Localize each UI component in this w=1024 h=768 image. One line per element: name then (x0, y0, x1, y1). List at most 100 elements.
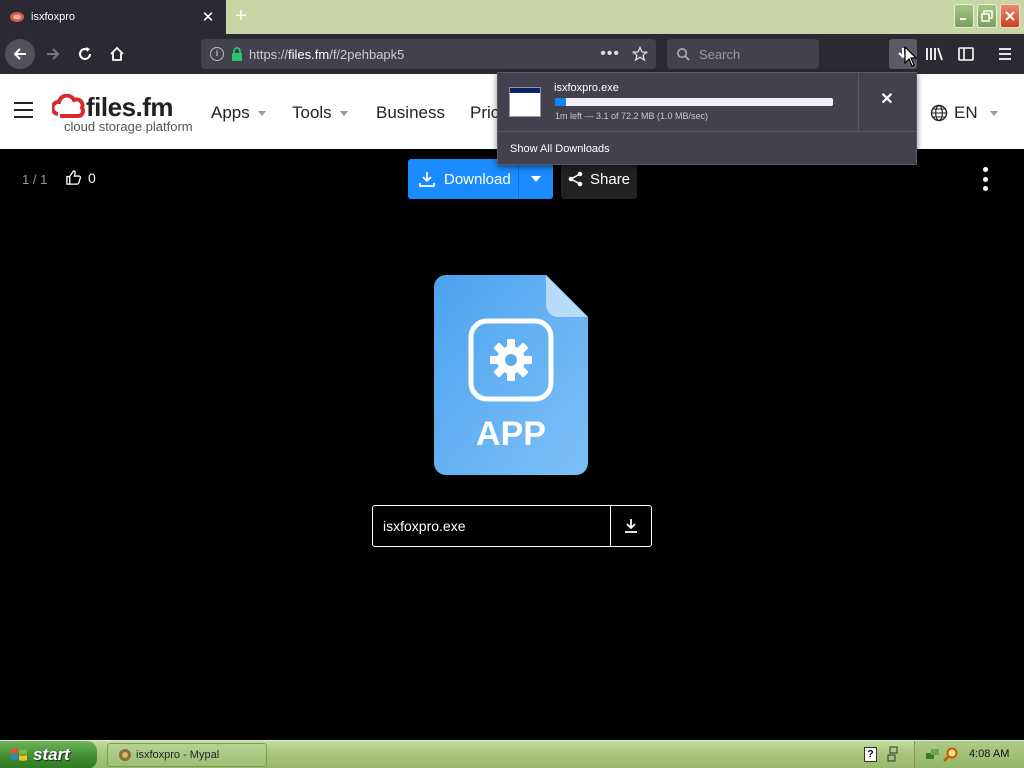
arrow-right-icon (47, 48, 60, 60)
caret-down-icon (531, 176, 541, 182)
tab-active[interactable]: isxfoxpro ✕ (0, 0, 226, 34)
search-icon (677, 47, 690, 61)
reload-icon (79, 47, 91, 60)
library-button[interactable] (920, 39, 948, 69)
panel-separator (498, 131, 916, 132)
system-tray: 4:08 AM (914, 741, 1024, 768)
download-filename[interactable]: isxfoxpro.exe (554, 82, 619, 94)
tab-strip: isxfoxpro ✕ + (0, 0, 1024, 34)
url-prefix: https:// (249, 46, 289, 62)
info-icon[interactable]: i (210, 47, 224, 61)
mouse-cursor-icon (904, 46, 918, 67)
minimize-icon (960, 18, 966, 20)
search-input[interactable] (699, 46, 809, 62)
app-menu-button[interactable] (991, 39, 1019, 69)
share-button-label: Share (590, 170, 631, 188)
close-icon (1005, 11, 1015, 21)
restore-small-icon[interactable] (887, 746, 899, 762)
tab-title: isxfoxpro (31, 11, 76, 23)
exe-file-icon (509, 87, 541, 117)
help-icon[interactable]: ? (864, 747, 877, 762)
menu-pricing-label: Pric (470, 103, 500, 122)
close-tab-icon[interactable]: ✕ (198, 8, 218, 26)
page-actions-icon[interactable]: ••• (600, 45, 620, 63)
language-label: EN (954, 103, 978, 122)
app-icon-label: APP (476, 415, 546, 453)
chevron-down-icon (257, 111, 266, 117)
restore-icon (981, 10, 993, 22)
app-file-icon: APP (434, 275, 588, 475)
file-counter: 1 / 1 (22, 172, 48, 187)
menu-tools-label: Tools (292, 103, 332, 122)
browser-favicon-icon (10, 12, 24, 22)
logo-tagline: cloud storage platform (64, 119, 193, 134)
menu-business-label: Business (376, 103, 445, 122)
lock-icon[interactable] (231, 47, 243, 61)
minimize-button[interactable] (954, 4, 974, 28)
start-button[interactable]: start (0, 741, 97, 768)
search-tray-icon[interactable] (943, 747, 959, 763)
menu-apps-label: Apps (211, 103, 250, 122)
chevron-down-icon (989, 110, 998, 116)
reload-button[interactable] (70, 39, 100, 69)
download-progress-fill (555, 98, 567, 106)
download-icon (625, 519, 637, 533)
taskbar-item-mypal[interactable]: isxfoxpro - Mypal (107, 743, 267, 767)
like-button[interactable]: 0 (65, 169, 96, 186)
download-options-button[interactable] (518, 159, 553, 199)
taskbar-item-label: isxfoxpro - Mypal (136, 749, 220, 761)
downloads-panel: isxfoxpro.exe 1m left — 3.1 of 72.2 MB (… (497, 72, 917, 165)
menu-apps[interactable]: Apps (211, 103, 266, 123)
windows-logo-icon (11, 748, 27, 761)
clock: 4:08 AM (969, 748, 1010, 760)
filename-text: isxfoxpro.exe (383, 518, 466, 534)
mypal-app-icon (119, 749, 131, 761)
sidebar-toggle-button[interactable] (952, 39, 980, 69)
download-button[interactable]: Download (408, 159, 518, 199)
file-page: 1 / 1 0 Download Share APP isxfoxpro.exe (0, 149, 1024, 740)
taskbar: start isxfoxpro - Mypal ? 4:08 AM (0, 740, 1024, 768)
restore-button[interactable] (977, 4, 997, 28)
language-selector[interactable]: EN (930, 103, 998, 123)
url-path: /f/2pehbapk5 (329, 46, 405, 62)
thumbs-up-icon (66, 170, 82, 185)
forward-button[interactable] (38, 39, 68, 69)
url-domain: files.fm (288, 46, 330, 62)
network-icon[interactable] (925, 747, 941, 763)
url-text: https://files.fm/f/2pehbapk5 (249, 47, 600, 62)
url-bar[interactable]: i https://files.fm/f/2pehbapk5 ••• (201, 39, 656, 69)
download-icon (419, 172, 435, 187)
filename-box: isxfoxpro.exe (372, 505, 652, 547)
like-count: 0 (88, 169, 96, 186)
cloud-logo-icon (52, 94, 85, 118)
back-button[interactable] (5, 39, 35, 69)
bookmark-star-icon[interactable] (632, 46, 648, 62)
library-icon (926, 47, 943, 61)
new-tab-button[interactable]: + (230, 5, 252, 27)
home-button[interactable] (102, 39, 132, 69)
more-options-icon[interactable] (978, 167, 992, 191)
files-fm-logo[interactable]: files.fm cloud storage platform (52, 92, 193, 134)
search-bar[interactable] (667, 39, 819, 69)
menu-tools[interactable]: Tools (292, 103, 348, 123)
panel-divider (858, 73, 859, 131)
menu-pricing[interactable]: Pric (470, 103, 499, 123)
sidebar-icon (958, 47, 974, 61)
home-icon (110, 46, 124, 61)
arrow-left-icon (13, 48, 26, 60)
share-button[interactable]: Share (561, 159, 637, 199)
hamburger-menu-icon (999, 48, 1011, 60)
share-icon (568, 171, 583, 187)
nav-bar: i https://files.fm/f/2pehbapk5 ••• (0, 34, 1024, 74)
site-menu-button[interactable] (14, 102, 33, 118)
chevron-down-icon (339, 111, 348, 117)
close-window-button[interactable] (1000, 4, 1020, 28)
show-all-downloads-link[interactable]: Show All Downloads (510, 143, 610, 155)
menu-business[interactable]: Business (376, 103, 445, 123)
filename-download-button[interactable] (610, 506, 651, 546)
download-status: 1m left — 3.1 of 72.2 MB (1.0 MB/sec) (555, 111, 709, 121)
download-button-label: Download (444, 170, 511, 188)
screen: isxfoxpro ✕ + i https://files.fm/f/2pehb… (0, 0, 1024, 768)
cancel-download-button[interactable]: ✕ (876, 89, 898, 111)
start-label: start (33, 745, 70, 764)
